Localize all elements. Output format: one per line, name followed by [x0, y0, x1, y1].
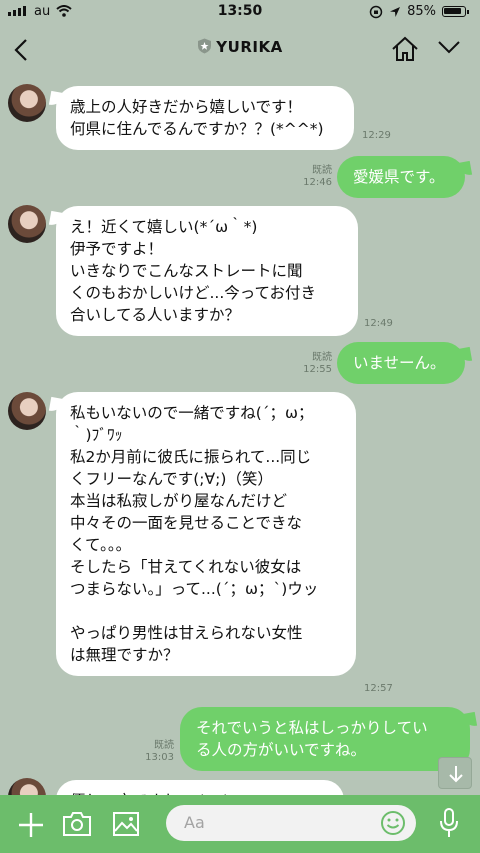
message-bubble-outgoing: 愛媛県です。 [337, 156, 465, 198]
read-receipt: 既読 12:46 [292, 165, 332, 189]
home-icon[interactable] [390, 35, 420, 63]
avatar[interactable] [8, 84, 46, 122]
battery-percent: 85% [407, 4, 436, 19]
avatar[interactable] [8, 205, 46, 243]
message-bubble-incoming: 歳上の人好きだから嬉しいです！ 何県に住んでるんですか？？(*^^*) [56, 86, 354, 150]
plus-icon[interactable] [16, 810, 46, 840]
status-bar: au 13:50 85% [0, 0, 480, 24]
scroll-to-bottom-button[interactable] [438, 757, 472, 789]
read-label: 既読 [154, 740, 174, 751]
message-time: 12:49 [364, 318, 393, 329]
camera-icon[interactable] [62, 811, 92, 837]
read-label: 既読 [312, 165, 332, 176]
message-bubble-incoming: 私もいないので一緒ですね(´；ω； ｀)ﾌﾞﾜｯ 私2か月前に彼氏に振られて..… [56, 392, 356, 676]
message-time: 12:55 [303, 364, 332, 375]
emoji-icon[interactable] [380, 810, 406, 836]
microphone-icon[interactable] [438, 807, 460, 839]
arrow-down-icon [449, 766, 463, 783]
message-bubble-outgoing: いませーん。 [337, 342, 465, 384]
read-receipt: 既読 12:55 [292, 352, 332, 376]
shield-star-icon [198, 38, 212, 54]
message-input[interactable]: Aa [166, 805, 416, 841]
read-label: 既読 [312, 352, 332, 363]
message-time: 12:46 [303, 177, 332, 188]
chat-title-text: YURIKA [216, 38, 283, 56]
message-time: 13:03 [145, 752, 174, 763]
chat-header: YURIKA [0, 26, 480, 74]
message-input-bar: Aa [0, 795, 480, 853]
location-icon [390, 6, 401, 17]
battery-icon [442, 6, 469, 17]
read-receipt: 既読 13:03 [134, 740, 174, 764]
message-bubble-outgoing: それでいうと私はしっかりしてい る人の方がいいですね。 [180, 707, 470, 771]
message-time: 12:57 [364, 683, 393, 694]
avatar[interactable] [8, 392, 46, 430]
message-bubble-incoming: え！近くて嬉しい(*´ω｀*) 伊予ですよ！ いきなりでこんなストレートに聞 く… [56, 206, 358, 336]
message-input-placeholder: Aa [184, 813, 205, 832]
rotation-lock-icon [369, 5, 383, 18]
image-icon[interactable] [112, 811, 140, 837]
message-time: 12:29 [362, 130, 391, 141]
chevron-down-icon[interactable] [436, 38, 462, 56]
